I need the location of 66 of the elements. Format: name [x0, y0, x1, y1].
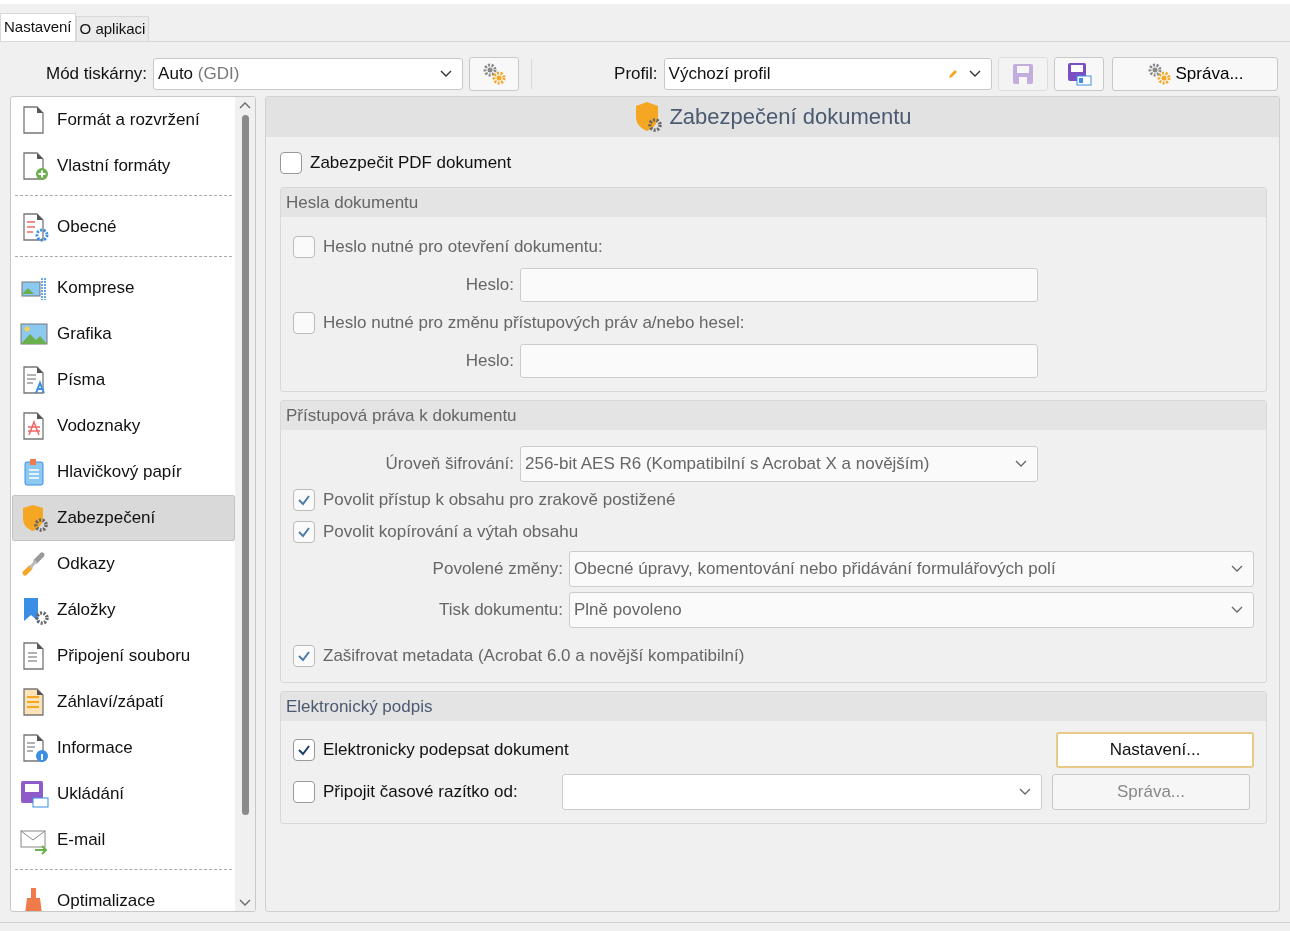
chevron-down-icon — [440, 70, 453, 78]
checkmark-icon — [297, 526, 311, 538]
sidebar-item[interactable]: Optimalizace — [12, 878, 235, 911]
sidebar-item[interactable]: Ukládání — [12, 771, 235, 817]
manage-profiles-button[interactable]: Správa... — [1111, 57, 1278, 91]
timestamp-server-dropdown[interactable] — [562, 774, 1042, 810]
profile-dropdown[interactable]: Výchozí profil — [663, 58, 992, 90]
shield-gear-icon — [633, 101, 664, 133]
sidebar-item[interactable]: Odkazy — [12, 541, 235, 587]
field-label: Tisk dokumentu: — [437, 600, 563, 620]
pencil-icon — [946, 68, 959, 80]
chevron-up-icon — [239, 101, 251, 109]
sidebar-item[interactable]: Formát a rozvržení — [12, 97, 235, 143]
sidebar-item[interactable]: E-mail — [12, 817, 235, 863]
checkmark-icon — [297, 494, 311, 506]
checkbox-label: Heslo nutné pro otevření dokumentu: — [323, 237, 603, 257]
checkbox-label: Povolit přístup k obsahu pro zrakově postižené — [323, 490, 676, 510]
tab[interactable]: O aplikaci — [75, 16, 150, 41]
chevron-down-icon — [968, 70, 981, 78]
sidebar-item[interactable]: Záložky — [12, 587, 235, 633]
sidebar-item[interactable]: Zabezpečení — [12, 495, 235, 541]
checkbox[interactable] — [293, 781, 315, 803]
chevron-down-icon — [1231, 565, 1243, 573]
sidebar-item[interactable]: Záhlaví/zápatí — [12, 679, 235, 725]
field-label: Úroveň šifrování: — [384, 454, 514, 474]
group-title: Přístupová práva k dokumentu — [281, 401, 1266, 430]
chevron-down-icon — [1015, 460, 1027, 468]
tab[interactable]: Nastavení — [0, 13, 76, 41]
checkbox-label: Připojit časové razítko od: — [323, 782, 519, 802]
sidebar-item[interactable]: Vodoznaky — [12, 403, 235, 449]
signature-settings-button[interactable]: Nastavení... — [1056, 732, 1254, 768]
field-label: Heslo: — [464, 275, 514, 295]
printer-settings-button[interactable] — [469, 57, 520, 91]
sidebar-item[interactable]: Vlastní formáty — [12, 143, 235, 189]
chevron-down-icon — [239, 899, 251, 907]
checkmark-icon — [297, 744, 311, 756]
chevron-down-icon — [1231, 606, 1243, 614]
group-title: Hesla dokumentu — [281, 188, 1266, 217]
checkbox[interactable] — [293, 739, 315, 761]
field-label: Heslo: — [464, 351, 514, 371]
floppy-disk-icon — [1065, 62, 1092, 86]
chevron-down-icon — [1019, 788, 1031, 796]
checkbox-label: Povolit kopírování a výtah obsahu — [323, 522, 579, 542]
sidebar-item[interactable]: Obecné — [12, 204, 235, 250]
sidebar-item[interactable]: Informace — [12, 725, 235, 771]
sidebar-item[interactable]: Písma — [12, 357, 235, 403]
checkbox[interactable] — [280, 152, 302, 174]
checkbox-label: Zašifrovat metadata (Acrobat 6.0 a novější kompatibilní) — [323, 646, 745, 666]
panel-title: Zabezpečení dokumentu — [669, 104, 912, 130]
field-label: Povolené změny: — [431, 559, 563, 579]
sidebar-item[interactable]: Připojení souboru — [12, 633, 235, 679]
sidebar-item[interactable]: Komprese — [12, 265, 235, 311]
sidebar-item[interactable]: Hlavičkový papír — [12, 449, 235, 495]
gears-icon — [481, 62, 508, 86]
scrollbar[interactable] — [235, 97, 255, 911]
group-title: Elektronický podpis — [281, 692, 1266, 721]
checkmark-icon — [297, 650, 311, 662]
sidebar-item[interactable]: Grafika — [12, 311, 235, 357]
profile-label: Profil: — [614, 64, 658, 84]
checkbox-label: Heslo nutné pro změnu přístupových práv a/nebo hesel: — [323, 313, 745, 333]
checkbox-label: Zabezpečit PDF dokument — [310, 153, 512, 173]
floppy-disk-icon — [19, 779, 49, 809]
printer-mode-dropdown[interactable]: Auto (GDI) — [153, 58, 464, 90]
save-as-button[interactable] — [1053, 57, 1104, 91]
printer-mode-label: Mód tiskárny: — [46, 64, 148, 84]
checkbox-label: Elektronicky podepsat dokument — [323, 740, 569, 760]
